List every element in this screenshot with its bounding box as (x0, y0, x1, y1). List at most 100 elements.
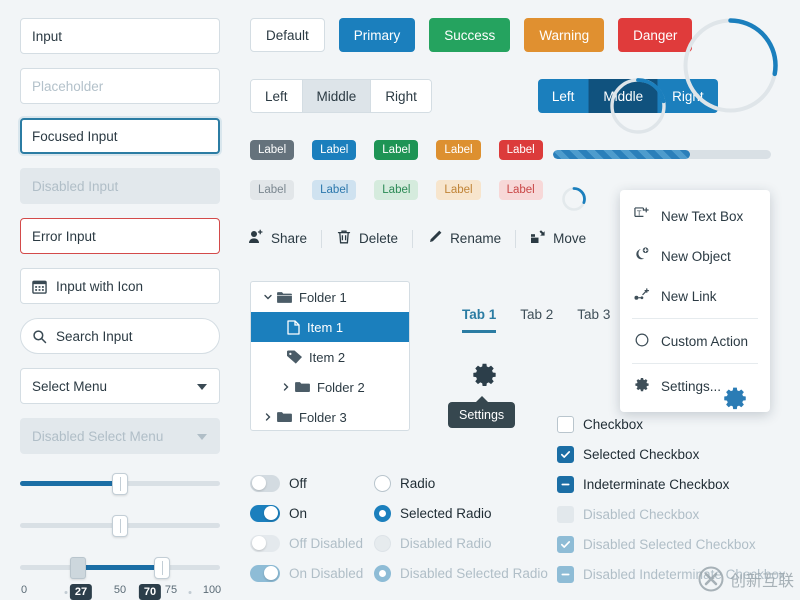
radio-button (374, 534, 391, 552)
success-button[interactable]: Success (429, 18, 511, 52)
menu-item-label: New Link (661, 288, 717, 304)
radio-button[interactable] (374, 474, 391, 492)
move-label: Move (553, 231, 587, 246)
tree-row-folder-3[interactable]: Folder 3 (251, 402, 409, 430)
badge-row-solid: Label Label Label Label Label (250, 140, 561, 160)
warning-button[interactable]: Warning (524, 18, 605, 52)
spinner-small (561, 186, 587, 217)
segment-middle[interactable]: Middle (302, 80, 372, 112)
default-button[interactable]: Default (250, 18, 325, 52)
badge-primary-light: Label (312, 180, 357, 200)
rename-label: Rename (450, 231, 502, 246)
pencil-icon (427, 229, 443, 248)
select-menu-disabled-value: Disabled Select Menu (32, 428, 164, 444)
move-button[interactable]: Move (530, 229, 586, 248)
toggle-switch[interactable] (250, 504, 280, 522)
text-box-add-icon: T (634, 206, 650, 226)
search-input[interactable]: Search Input (20, 318, 220, 354)
checkbox-box[interactable] (557, 445, 574, 463)
folder-open-icon (277, 291, 292, 304)
badge-danger: Label (498, 140, 543, 160)
select-menu-value: Select Menu (32, 378, 108, 394)
radio-unselected[interactable]: Radio (374, 468, 548, 498)
tab-1[interactable]: Tab 1 (462, 307, 497, 333)
chevron-right-icon[interactable] (261, 412, 275, 422)
tick-dot (188, 591, 192, 594)
toggle-switch[interactable] (250, 474, 280, 492)
select-menu[interactable]: Select Menu (20, 368, 220, 404)
slider-handle-low[interactable] (70, 557, 86, 579)
checkbox-box[interactable] (557, 415, 574, 433)
toggle-on[interactable]: On (250, 498, 363, 528)
search-input-value: Search Input (56, 328, 133, 344)
checkbox-label: Checkbox (583, 416, 644, 432)
move-icon (530, 229, 546, 248)
slider-range[interactable] (20, 552, 220, 582)
file-icon (287, 319, 300, 335)
menu-separator (632, 318, 758, 319)
button-row: Default Primary Success Warning Danger (250, 18, 706, 52)
rename-button[interactable]: Rename (427, 229, 501, 248)
checkbox-unchecked[interactable]: Checkbox (557, 409, 786, 439)
slider-plain[interactable] (20, 510, 220, 540)
delete-button[interactable]: Delete (336, 229, 398, 248)
slider-handle-high[interactable] (154, 557, 170, 579)
slider-handle[interactable] (112, 515, 128, 537)
primary-button[interactable]: Primary (338, 18, 416, 52)
segment-left[interactable]: Left (537, 79, 590, 113)
input-with-icon[interactable]: Input with Icon (20, 268, 220, 304)
toggle-label: Off Disabled (289, 535, 364, 551)
text-input[interactable]: Input (20, 18, 220, 54)
error-input[interactable]: Error Input (20, 218, 220, 254)
placeholder-input[interactable]: Placeholder (20, 68, 220, 104)
checkbox-box[interactable] (557, 475, 574, 493)
menu-item-custom-action[interactable]: Custom Action (620, 321, 770, 361)
file-tree: Folder 1 Item 1 Item 2 Folder 2 Folder 3 (250, 281, 410, 431)
menu-item-new-object[interactable]: New Object (620, 236, 770, 276)
tick-dot (64, 591, 68, 594)
disabled-input-value: Disabled Input (32, 178, 119, 194)
share-button[interactable]: Share (248, 229, 307, 248)
spinner-large (679, 14, 782, 122)
tree-row-item-2[interactable]: Item 2 (251, 342, 409, 372)
error-input-value: Error Input (32, 228, 96, 244)
checkbox-box (557, 565, 574, 583)
inputs-column: Input Placeholder Focused Input Disabled… (20, 18, 221, 600)
tab-2[interactable]: Tab 2 (520, 307, 553, 333)
tree-row-folder-1[interactable]: Folder 1 (251, 282, 409, 312)
slider-tick-labels: 0 25 50 75 100 27 70 (20, 584, 221, 600)
toggle-switch (250, 564, 280, 582)
badge-primary: Label (312, 140, 357, 160)
checkbox-label: Selected Checkbox (583, 446, 700, 462)
chevron-right-icon[interactable] (279, 382, 293, 392)
spinner-medium (607, 75, 669, 142)
tree-row-folder-2[interactable]: Folder 2 (251, 372, 409, 402)
tree-label: Item 2 (309, 349, 346, 365)
focused-input[interactable]: Focused Input (20, 118, 220, 154)
toggle-off-disabled: Off Disabled (250, 528, 363, 558)
context-menu: T New Text Box New Object New Link Custo… (620, 190, 770, 412)
radio-selected[interactable]: Selected Radio (374, 498, 548, 528)
folder-icon (295, 381, 310, 394)
toggle-label: Off (289, 475, 307, 491)
tab-3[interactable]: Tab 3 (577, 307, 610, 333)
tree-row-item-1[interactable]: Item 1 (251, 312, 409, 342)
menu-item-new-text-box[interactable]: T New Text Box (620, 196, 770, 236)
menu-item-label: New Text Box (661, 208, 744, 224)
chevron-down-icon[interactable] (261, 292, 275, 302)
slider-single[interactable] (20, 468, 220, 498)
checkbox-checked[interactable]: Selected Checkbox (557, 439, 786, 469)
watermark-logo-icon (698, 566, 724, 592)
checkbox-indeterminate[interactable]: Indeterminate Checkbox (557, 469, 786, 499)
settings-gear-button[interactable] (471, 362, 498, 394)
badge-row-light: Label Label Label Label Label (250, 180, 561, 200)
slider-handle[interactable] (112, 473, 128, 495)
menu-item-new-link[interactable]: New Link (620, 276, 770, 316)
checkbox-disabled-checked: Disabled Selected Checkbox (557, 529, 786, 559)
search-icon (32, 329, 47, 344)
segment-right[interactable]: Right (371, 80, 431, 112)
toggle-off[interactable]: Off (250, 468, 363, 498)
input-with-icon-value: Input with Icon (56, 278, 144, 294)
radio-button[interactable] (374, 504, 391, 522)
segment-left[interactable]: Left (251, 80, 303, 112)
